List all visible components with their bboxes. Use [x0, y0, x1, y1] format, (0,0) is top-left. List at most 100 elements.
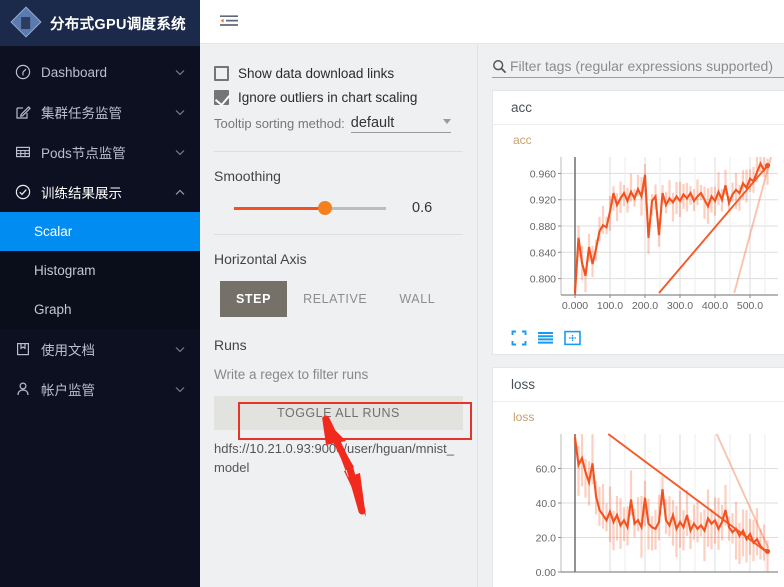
- sidebar-subitem-label: Graph: [34, 302, 72, 317]
- edit-square-icon: [14, 103, 32, 121]
- fit-domain-icon[interactable]: [564, 330, 581, 346]
- brand-title: 分布式GPU调度系统: [50, 16, 186, 33]
- data-table-icon[interactable]: [537, 330, 554, 346]
- user-icon: [14, 380, 32, 398]
- axis-option-step[interactable]: STEP: [220, 281, 288, 317]
- svg-text:200.0: 200.0: [632, 300, 658, 312]
- checkbox-ignore-outliers[interactable]: Ignore outliers in chart scaling: [214, 90, 463, 105]
- checkbox-box[interactable]: [214, 90, 229, 105]
- sidebar-item-label: 集群任务监管: [41, 106, 122, 121]
- sidebar-item-cluster-tasks[interactable]: 集群任务监管: [0, 92, 200, 132]
- tag-card-header[interactable]: loss: [493, 368, 784, 402]
- chevron-down-icon: [174, 383, 186, 395]
- smoothing-slider[interactable]: [234, 201, 386, 215]
- svg-text:0.840: 0.840: [530, 247, 556, 259]
- sidebar-item-label: Pods节点监管: [41, 146, 126, 161]
- tooltip-sorting-value: default: [350, 115, 395, 131]
- chart-title-loss: loss: [513, 410, 535, 424]
- sidebar-item-label: 训练结果展示: [41, 186, 122, 201]
- smoothing-row: 0.6: [214, 200, 463, 216]
- check-circle-icon: [14, 183, 32, 201]
- scalar-settings-panel: Show data download links Ignore outliers…: [200, 44, 478, 587]
- horizontal-axis-title: Horizontal Axis: [214, 251, 307, 267]
- runs-title: Runs: [214, 337, 247, 353]
- svg-text:0.000: 0.000: [562, 300, 588, 312]
- axis-option-relative[interactable]: RELATIVE: [287, 281, 383, 317]
- svg-text:400.0: 400.0: [702, 300, 728, 312]
- sidebar-item-docs[interactable]: 使用文档: [0, 329, 200, 369]
- checkbox-label: Show data download links: [238, 66, 395, 81]
- chevron-down-icon: [442, 119, 451, 124]
- chevron-down-icon: [174, 146, 186, 158]
- tag-card-header[interactable]: acc: [493, 91, 784, 125]
- chart-loss[interactable]: 0.00 20.0 40.0 60.0: [493, 426, 784, 587]
- app-root: 分布式GPU调度系统 Dashboard 集群任务监管 Pods节点监管 训练结…: [0, 0, 784, 587]
- tooltip-sorting-row: Tooltip sorting method: default: [214, 115, 463, 133]
- svg-text:0.800: 0.800: [530, 274, 556, 286]
- divider: [214, 234, 463, 235]
- table-grid-icon: [14, 143, 32, 161]
- svg-text:300.0: 300.0: [667, 300, 693, 312]
- chevron-down-icon: [174, 66, 186, 78]
- brand-header: 分布式GPU调度系统: [0, 0, 200, 46]
- top-toolbar: [200, 0, 784, 44]
- tooltip-sorting-label: Tooltip sorting method:: [214, 116, 345, 131]
- axis-option-wall[interactable]: WALL: [383, 281, 451, 317]
- chart-controls-acc: [493, 326, 784, 350]
- chevron-down-icon: [174, 343, 186, 355]
- chart-acc[interactable]: 0.800 0.840 0.880 0.920 0.960 0.000 100.0 200.0…: [493, 149, 784, 326]
- sidebar-subitem-label: Scalar: [34, 224, 73, 239]
- toggle-all-runs-button[interactable]: TOGGLE ALL RUNS: [214, 396, 463, 430]
- tag-card-body: acc 0.800 0.840 0.880 0.920 0.960 0.000 100.0 2…: [493, 125, 784, 354]
- checkbox-box[interactable]: [214, 66, 229, 81]
- sidebar-item-histogram[interactable]: Histogram: [0, 251, 200, 290]
- filter-tags-field[interactable]: Filter tags (regular expressions support…: [492, 58, 784, 78]
- chart-title-acc: acc: [513, 133, 532, 147]
- main-area: Show data download links Ignore outliers…: [200, 0, 784, 587]
- svg-text:0.960: 0.960: [530, 168, 556, 180]
- svg-text:0.880: 0.880: [530, 221, 556, 233]
- sidebar-item-pods-nodes[interactable]: Pods节点监管: [0, 132, 200, 172]
- content-split: Show data download links Ignore outliers…: [200, 44, 784, 587]
- sidebar-item-label: 帐户监管: [41, 383, 95, 398]
- sidebar-item-scalar[interactable]: Scalar: [0, 212, 200, 251]
- horizontal-axis-group: STEP RELATIVE WALL: [214, 281, 463, 317]
- charts-panel: Filter tags (regular expressions support…: [478, 44, 784, 587]
- chevron-up-icon: [174, 186, 186, 198]
- svg-text:20.0: 20.0: [536, 533, 557, 545]
- run-list-item[interactable]: hdfs://10.21.0.93:9000/user/hguan/mnist_…: [214, 439, 463, 477]
- smoothing-slider-thumb[interactable]: [318, 201, 333, 215]
- sidebar-subitem-label: Histogram: [34, 263, 96, 278]
- search-icon: [492, 59, 510, 74]
- tag-card-body: loss 0.00 20.0 40.0 60.0: [493, 402, 784, 587]
- tag-card-loss: loss loss 0.00 20.0 40.0 60.0: [492, 367, 784, 587]
- tag-card-acc: acc acc 0.800 0.840 0.880 0.920 0.960 0.000 10…: [492, 90, 784, 355]
- svg-text:60.0: 60.0: [536, 464, 557, 476]
- smoothing-slider-fill: [234, 206, 326, 210]
- dashboard-icon: [14, 63, 32, 81]
- svg-text:100.0: 100.0: [597, 300, 623, 312]
- smoothing-title: Smoothing: [214, 168, 281, 184]
- sidebar-item-graph[interactable]: Graph: [0, 290, 200, 329]
- divider: [214, 151, 463, 152]
- svg-text:0.00: 0.00: [536, 567, 557, 579]
- sidebar-nav: Dashboard 集群任务监管 Pods节点监管 训练结果展示 Scalar …: [0, 46, 200, 409]
- menu-fold-icon[interactable]: [218, 11, 240, 33]
- diamond-chip-logo-icon: [10, 6, 42, 38]
- svg-text:500.0: 500.0: [737, 300, 763, 312]
- sidebar: 分布式GPU调度系统 Dashboard 集群任务监管 Pods节点监管 训练结…: [0, 0, 200, 587]
- sidebar-item-accounts[interactable]: 帐户监管: [0, 369, 200, 409]
- checkbox-label: Ignore outliers in chart scaling: [238, 90, 418, 105]
- svg-text:40.0: 40.0: [536, 498, 557, 510]
- filter-tags-placeholder: Filter tags (regular expressions support…: [510, 58, 774, 74]
- sidebar-item-dashboard[interactable]: Dashboard: [0, 52, 200, 92]
- sidebar-item-label: Dashboard: [41, 64, 108, 80]
- sidebar-item-training-results[interactable]: 训练结果展示: [0, 172, 200, 212]
- sidebar-item-label: 使用文档: [41, 343, 95, 358]
- runs-filter-input[interactable]: Write a regex to filter runs: [214, 367, 463, 382]
- tooltip-sorting-select[interactable]: default: [350, 115, 451, 133]
- chevron-down-icon: [174, 106, 186, 118]
- checkbox-show-download-links[interactable]: Show data download links: [214, 66, 463, 81]
- sidebar-submenu-training-results: Scalar Histogram Graph: [0, 212, 200, 329]
- expand-chart-icon[interactable]: [511, 330, 527, 346]
